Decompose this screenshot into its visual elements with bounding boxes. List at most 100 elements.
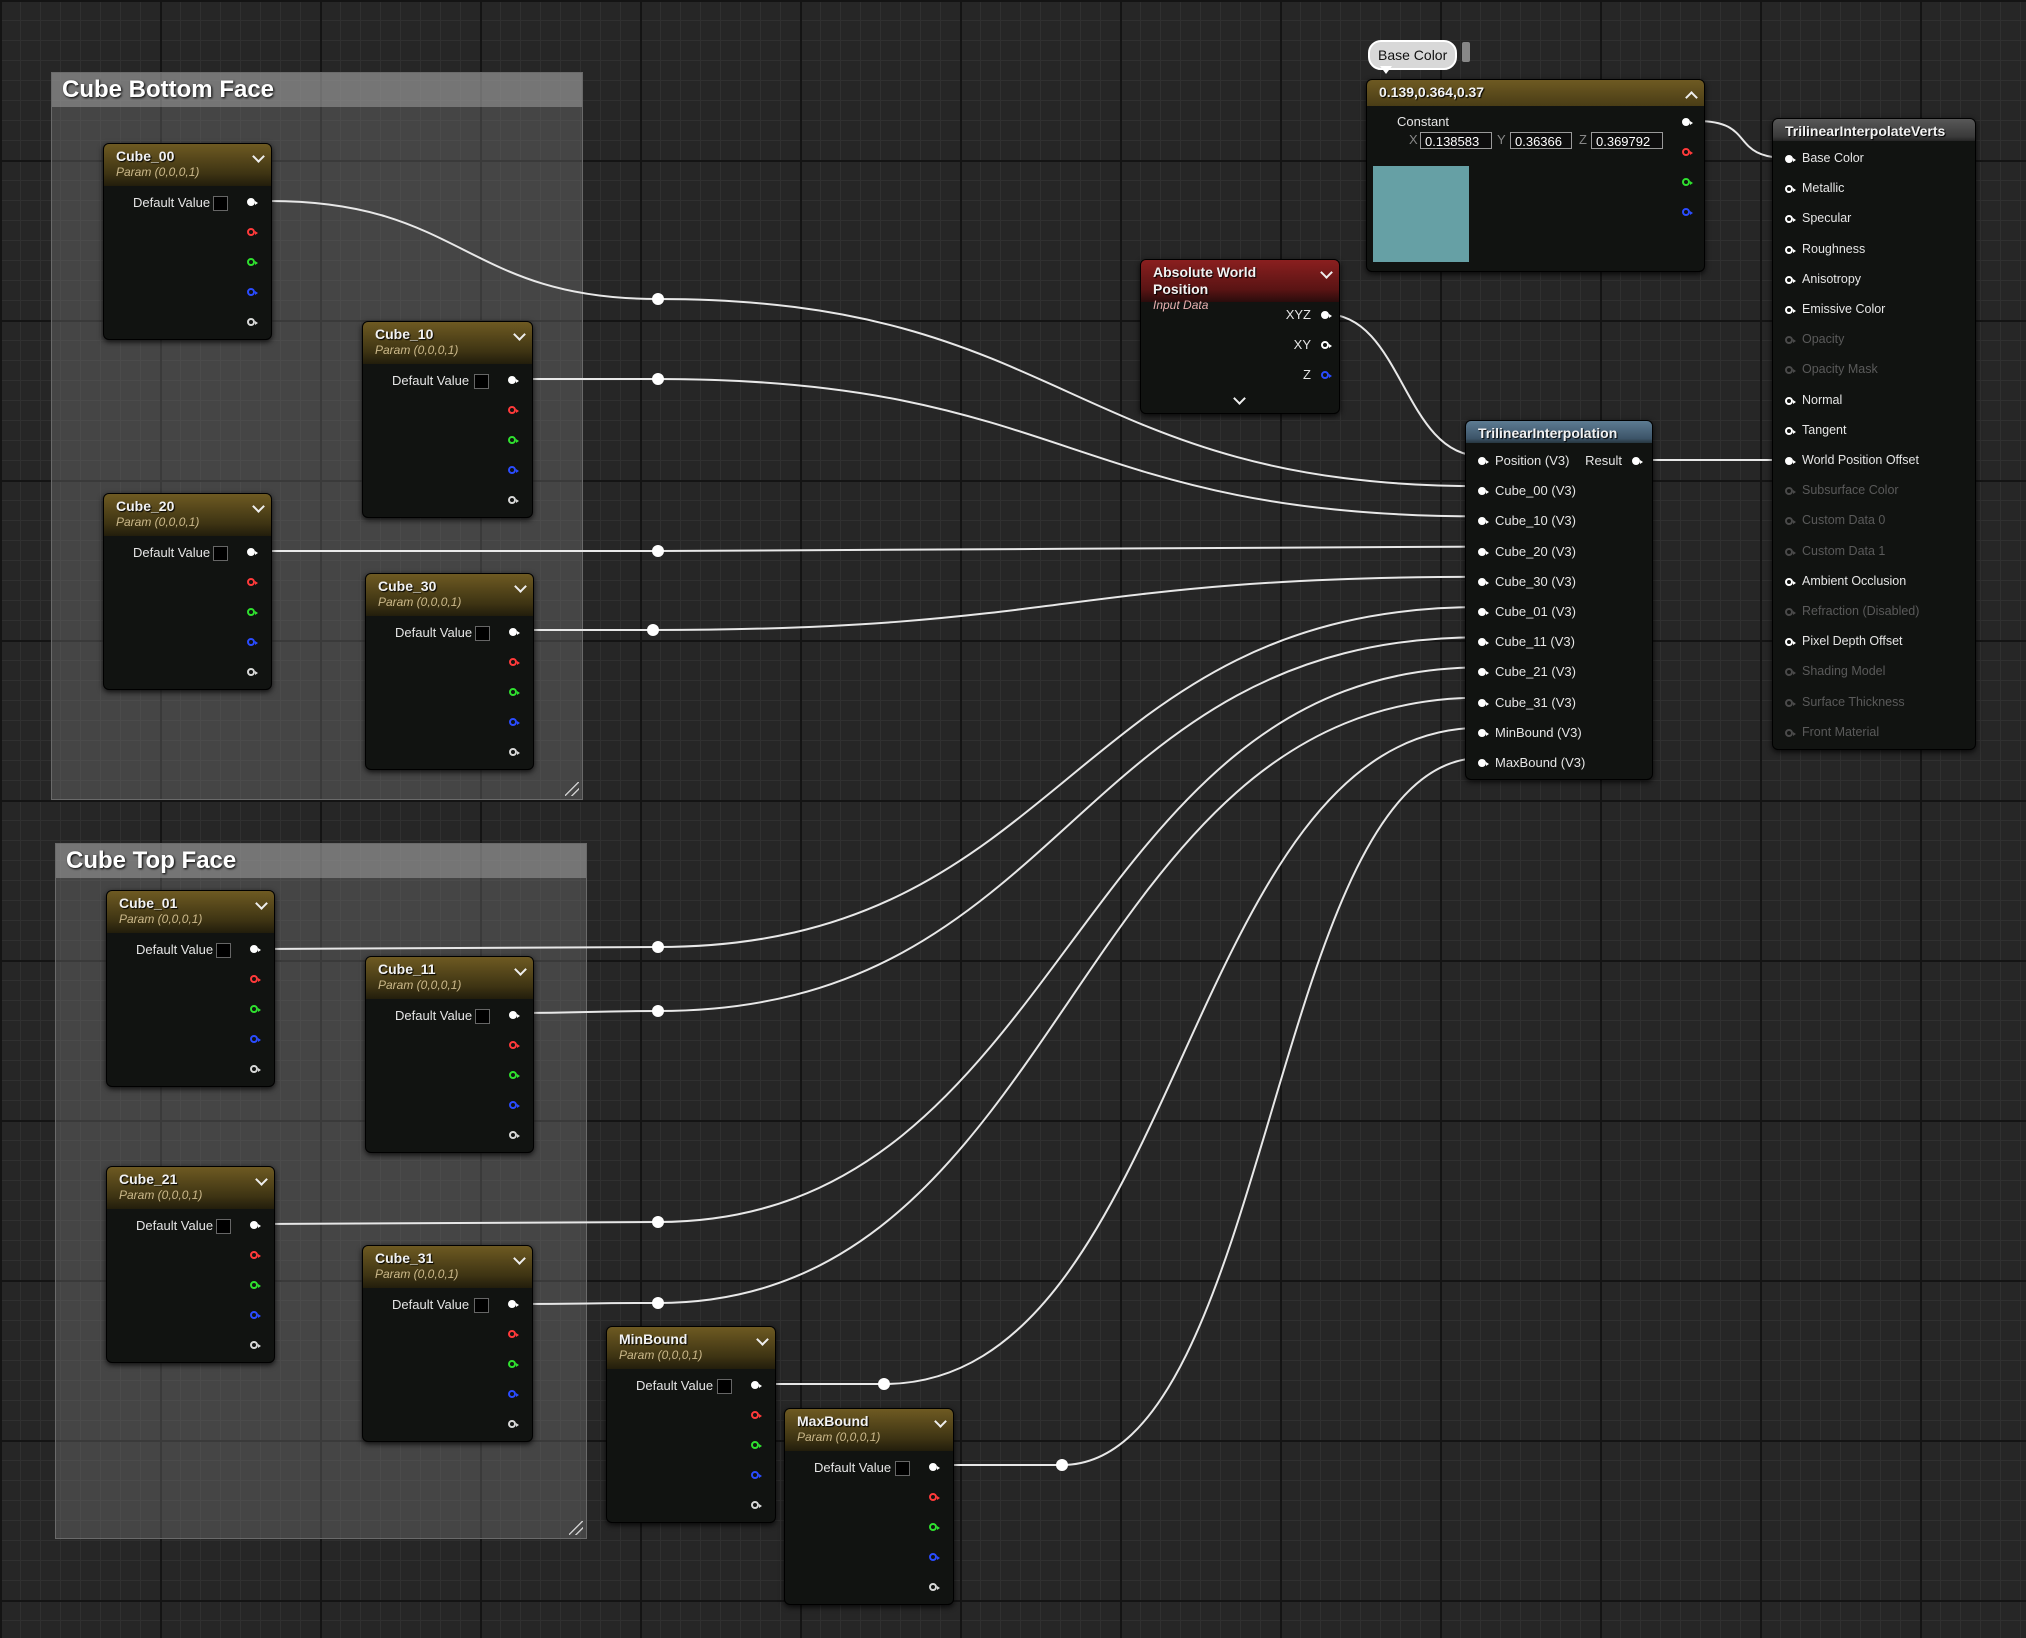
absolute-world-position-node[interactable]: Absolute World Position Input Data XYZ X… <box>1140 259 1340 414</box>
output-pin-r[interactable] <box>250 1251 261 1259</box>
output-pin-r[interactable] <box>751 1411 762 1419</box>
param-node-cube-20[interactable]: Cube_20 Param (0,0,0,1) Default Value <box>103 493 272 690</box>
output-pin-r[interactable] <box>929 1493 940 1501</box>
output-pin-g[interactable] <box>509 1071 520 1079</box>
resize-handle-icon[interactable] <box>569 1521 583 1535</box>
output-pin-g[interactable] <box>509 688 520 696</box>
material-input-pin[interactable] <box>1785 638 1796 647</box>
output-pin-a[interactable] <box>247 668 258 676</box>
input-pin[interactable] <box>1478 608 1489 616</box>
param-node-max-bound[interactable]: MaxBound Param (0,0,0,1) Default Value <box>784 1408 954 1605</box>
chevron-down-icon[interactable] <box>513 1252 526 1265</box>
param-node-cube-10[interactable]: Cube_10 Param (0,0,0,1) Default Value <box>362 321 533 518</box>
output-pin-a[interactable] <box>508 1420 519 1428</box>
output-pin-b[interactable] <box>509 718 520 726</box>
output-pin-g[interactable] <box>508 436 519 444</box>
default-value-swatch[interactable] <box>895 1461 910 1476</box>
input-pin[interactable] <box>1478 547 1489 556</box>
output-pin-g[interactable] <box>508 1360 519 1368</box>
material-input-pin[interactable] <box>1785 215 1796 224</box>
constant-vector-node[interactable]: 0.139,0.364,0.37 Constant X 0.138583 Y 0… <box>1366 79 1705 272</box>
param-node-cube-01[interactable]: Cube_01 Param (0,0,0,1) Default Value <box>106 890 275 1087</box>
output-pin-r[interactable] <box>509 658 520 666</box>
trilinear-interpolation-node[interactable]: TrilinearInterpolation Position (V3) Cube… <box>1465 420 1653 780</box>
output-pin-a[interactable] <box>250 1065 261 1073</box>
output-pin-a[interactable] <box>247 318 258 326</box>
output-pin-a[interactable] <box>929 1583 940 1591</box>
input-pin[interactable] <box>1478 728 1489 737</box>
output-pin-a[interactable] <box>509 1131 520 1139</box>
param-node-cube-21[interactable]: Cube_21 Param (0,0,0,1) Default Value <box>106 1166 275 1363</box>
default-value-swatch[interactable] <box>216 943 231 958</box>
output-pin-b[interactable] <box>247 638 258 646</box>
output-pin-r[interactable] <box>508 1330 519 1338</box>
output-pin-r[interactable] <box>1682 148 1693 156</box>
output-pin-r[interactable] <box>250 975 261 983</box>
input-pin[interactable] <box>1478 698 1489 707</box>
default-value-swatch[interactable] <box>474 1298 489 1313</box>
param-node-min-bound[interactable]: MinBound Param (0,0,0,1) Default Value <box>606 1326 776 1523</box>
input-pin[interactable] <box>1478 487 1489 496</box>
default-value-swatch[interactable] <box>717 1379 732 1394</box>
material-input-pin[interactable] <box>1785 155 1796 163</box>
output-pin-g[interactable] <box>751 1441 762 1449</box>
material-input-pin[interactable] <box>1785 306 1796 314</box>
x-value-input[interactable]: 0.138583 <box>1420 132 1492 149</box>
output-pin-rgb[interactable] <box>929 1463 940 1471</box>
param-node-cube-30[interactable]: Cube_30 Param (0,0,0,1) Default Value <box>365 573 534 770</box>
output-pin-rgb[interactable] <box>508 1300 519 1308</box>
output-pin-xy[interactable] <box>1321 341 1332 349</box>
output-pin-a[interactable] <box>250 1341 261 1349</box>
output-pin-rgb[interactable] <box>751 1381 762 1389</box>
output-pin-a[interactable] <box>751 1501 762 1509</box>
output-pin-g[interactable] <box>250 1281 261 1289</box>
material-input-pin[interactable] <box>1785 185 1796 194</box>
output-pin-xyz[interactable] <box>1321 311 1332 319</box>
color-swatch[interactable] <box>1373 166 1469 262</box>
default-value-swatch[interactable] <box>475 1009 490 1024</box>
output-pin-rgb[interactable] <box>509 628 520 636</box>
y-value-input[interactable]: 0.36366 <box>1510 132 1572 149</box>
output-pin-result[interactable] <box>1632 457 1643 465</box>
param-node-cube-31[interactable]: Cube_31 Param (0,0,0,1) Default Value <box>362 1245 533 1442</box>
material-input-pin[interactable] <box>1785 577 1796 586</box>
output-pin-b[interactable] <box>250 1311 261 1319</box>
chevron-down-icon[interactable] <box>1320 266 1333 279</box>
output-pin-rgb[interactable] <box>250 1221 261 1229</box>
output-pin-a[interactable] <box>508 496 519 504</box>
chevron-down-icon[interactable] <box>255 897 268 910</box>
input-pin[interactable] <box>1478 668 1489 677</box>
param-node-cube-11[interactable]: Cube_11 Param (0,0,0,1) Default Value <box>365 956 534 1153</box>
bubble-pin-icon[interactable] <box>1462 42 1470 62</box>
chevron-down-icon[interactable] <box>756 1333 769 1346</box>
chevron-down-icon[interactable] <box>255 1173 268 1186</box>
chevron-down-icon[interactable] <box>252 150 265 163</box>
input-pin[interactable] <box>1478 577 1489 586</box>
expand-chevron-icon[interactable] <box>1233 392 1246 405</box>
chevron-down-icon[interactable] <box>514 580 527 593</box>
output-pin-b[interactable] <box>508 466 519 474</box>
material-input-pin[interactable] <box>1785 245 1796 254</box>
output-pin-r[interactable] <box>509 1041 520 1049</box>
output-pin-rgb[interactable] <box>1682 118 1693 126</box>
chevron-down-icon[interactable] <box>513 328 526 341</box>
output-pin-rgb[interactable] <box>250 945 261 953</box>
default-value-swatch[interactable] <box>213 546 228 561</box>
output-pin-rgb[interactable] <box>508 376 519 384</box>
output-pin-b[interactable] <box>250 1035 261 1043</box>
material-input-pin[interactable] <box>1785 275 1796 284</box>
material-input-pin[interactable] <box>1785 457 1796 465</box>
output-pin-g[interactable] <box>1682 178 1693 186</box>
output-pin-b[interactable] <box>509 1101 520 1109</box>
chevron-up-icon[interactable] <box>1685 91 1698 104</box>
output-pin-rgb[interactable] <box>247 198 258 206</box>
chevron-down-icon[interactable] <box>514 963 527 976</box>
material-input-pin[interactable] <box>1785 426 1796 435</box>
output-pin-g[interactable] <box>929 1523 940 1531</box>
output-pin-b[interactable] <box>1682 208 1693 216</box>
input-pin[interactable] <box>1478 759 1489 767</box>
output-pin-g[interactable] <box>247 258 258 266</box>
output-pin-r[interactable] <box>508 406 519 414</box>
input-pin[interactable] <box>1478 517 1489 526</box>
output-pin-a[interactable] <box>509 748 520 756</box>
